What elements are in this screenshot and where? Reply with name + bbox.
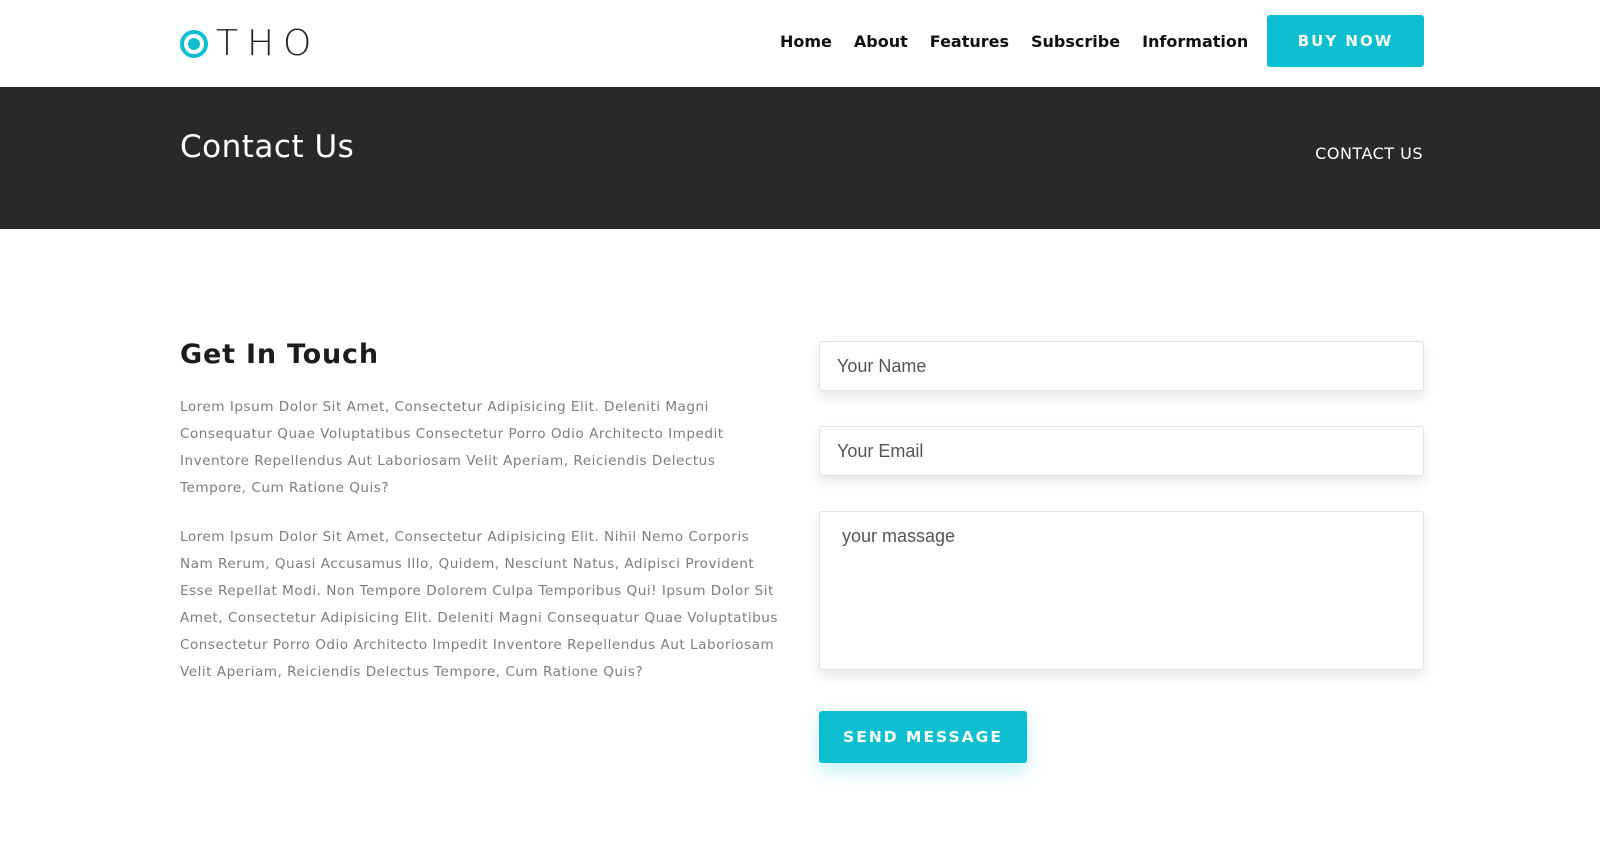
ring-dot-icon xyxy=(180,30,208,58)
send-message-button[interactable]: SEND MESSAGE xyxy=(819,711,1027,763)
message-textarea[interactable] xyxy=(819,511,1424,670)
section-title: Get In Touch xyxy=(180,339,379,370)
get-in-touch-section: Get In Touch Lorem Ipsum Dolor Sit Amet,… xyxy=(180,336,785,686)
site-header: THO Home About Features Subscribe Inform… xyxy=(0,0,1600,87)
nav-item-home[interactable]: Home xyxy=(780,31,832,53)
name-input[interactable] xyxy=(819,341,1424,391)
page-title: Contact Us xyxy=(180,129,355,165)
detail-paragraph: Lorem Ipsum Dolor Sit Amet, Consectetur … xyxy=(180,529,778,680)
nav-item-about[interactable]: About xyxy=(854,31,908,53)
nav-item-features[interactable]: Features xyxy=(930,31,1009,53)
intro-paragraph: Lorem Ipsum Dolor Sit Amet, Consectetur … xyxy=(180,399,724,496)
email-input[interactable] xyxy=(819,426,1424,476)
buy-now-button[interactable]: BUY NOW xyxy=(1267,15,1424,67)
main-nav: Home About Features Subscribe Informatio… xyxy=(780,31,1248,53)
brand-logo[interactable]: THO xyxy=(180,26,320,62)
page-banner: Contact Us CONTACT US xyxy=(0,87,1600,229)
brand-name: THO xyxy=(216,23,321,64)
breadcrumb: CONTACT US xyxy=(1315,144,1423,163)
contact-form: SEND MESSAGE xyxy=(819,341,1424,763)
nav-item-subscribe[interactable]: Subscribe xyxy=(1031,31,1120,53)
nav-item-information[interactable]: Information xyxy=(1142,31,1248,53)
